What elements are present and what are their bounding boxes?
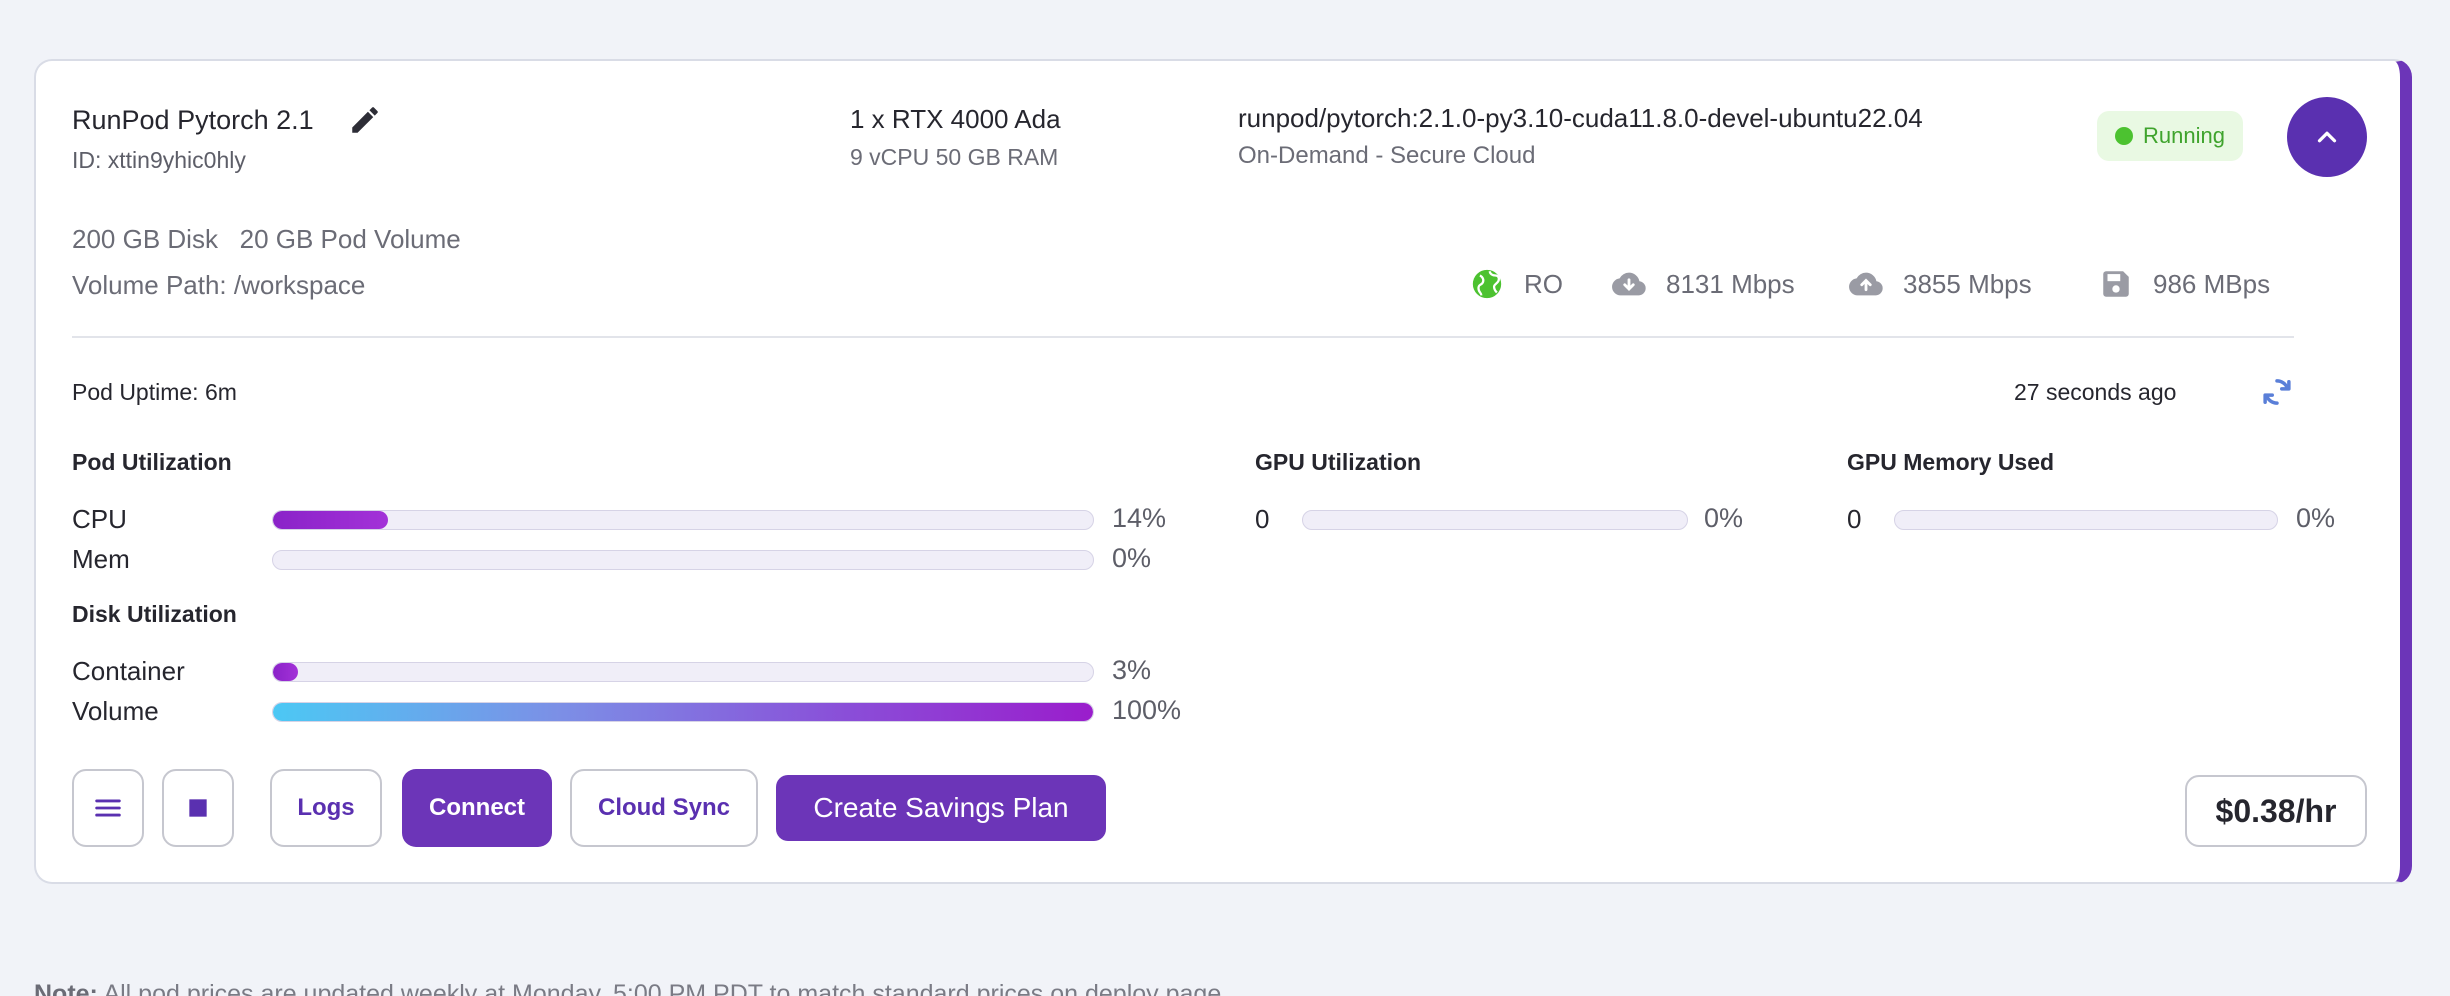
create-savings-plan-button[interactable]: Create Savings Plan: [776, 775, 1106, 841]
disk-utilization-title: Disk Utilization: [72, 601, 237, 627]
chevron-up-icon: [2317, 131, 2337, 143]
gpu-utilization-percent: 0%: [1704, 503, 1744, 533]
volume-bar-fill: [273, 703, 1093, 721]
pod-uptime: Pod Uptime: 6m: [72, 379, 237, 405]
volume-bar: [272, 702, 1094, 722]
cloud-sync-button[interactable]: Cloud Sync: [570, 769, 758, 847]
upload-speed: 3855 Mbps: [1903, 268, 2032, 299]
note-text: All pod prices are updated weekly at Mon…: [97, 980, 1229, 996]
volume-label: Volume: [72, 696, 159, 726]
volume-percent: 100%: [1112, 695, 1182, 725]
container-image: runpod/pytorch:2.1.0-py3.10-cuda11.8.0-d…: [1238, 103, 1923, 133]
gpu-index: 0: [1255, 504, 1270, 534]
hamburger-menu-icon: [95, 799, 121, 817]
status-label: Running: [2143, 123, 2225, 148]
download-speed-info: 8131 Mbps: [1612, 267, 1795, 301]
gpu-memory-percent: 0%: [2296, 503, 2336, 533]
cloud-download-icon: [1612, 272, 1646, 296]
cpu-label: CPU: [72, 504, 127, 534]
container-bar-fill: [273, 663, 298, 681]
pod-specs: 9 vCPU 50 GB RAM: [850, 144, 1059, 170]
volume-path: Volume Path: /workspace: [72, 270, 366, 300]
note-label: Note:: [34, 980, 98, 996]
pod-id: ID: xttin9yhic0hly: [72, 147, 246, 173]
price-per-hour: $0.38/hr: [2185, 775, 2367, 847]
status-badge: Running: [2097, 111, 2243, 161]
pencil-icon[interactable]: [348, 103, 382, 137]
storage-info: 200 GB Disk 20 GB Pod Volume: [72, 224, 461, 255]
cloud-upload-icon: [1849, 272, 1883, 296]
status-dot-icon: [2115, 127, 2133, 145]
gpu-utilization-bar: [1302, 510, 1688, 530]
price-note: Note: All pod prices are updated weekly …: [34, 980, 1228, 996]
container-bar: [272, 662, 1094, 682]
mem-bar: [272, 550, 1094, 570]
gpu-utilization-title: GPU Utilization: [1255, 449, 1422, 475]
connect-button[interactable]: Connect: [402, 769, 552, 847]
gpu-memory-index: 0: [1847, 504, 1862, 534]
refresh-icon[interactable]: [2258, 373, 2296, 411]
download-speed: 8131 Mbps: [1666, 268, 1795, 299]
region-info: RO: [1470, 267, 1563, 301]
container-label: Container: [72, 656, 185, 686]
disk-speed-info: 986 MBps: [2099, 267, 2270, 301]
disk-speed: 986 MBps: [2153, 268, 2271, 299]
globe-icon: [1472, 269, 1502, 299]
mem-label: Mem: [72, 544, 130, 574]
cloud-type: On-Demand - Secure Cloud: [1238, 142, 1536, 169]
collapse-button[interactable]: [2287, 97, 2367, 177]
upload-speed-info: 3855 Mbps: [1849, 267, 2032, 301]
cpu-percent: 14%: [1112, 503, 1167, 533]
stop-button[interactable]: [162, 769, 234, 847]
gpu-memory-title: GPU Memory Used: [1847, 449, 2055, 475]
pod-volume: 20 GB Pod Volume: [239, 224, 461, 254]
divider: [72, 336, 2294, 338]
last-updated: 27 seconds ago: [2014, 379, 2177, 405]
container-disk: 200 GB Disk: [72, 224, 218, 254]
gpu-memory-bar: [1894, 510, 2278, 530]
pod-card: RunPod Pytorch 2.1 ID: xttin9yhic0hly 1 …: [34, 59, 2412, 884]
stop-icon: [189, 799, 207, 817]
logs-button[interactable]: Logs: [270, 769, 382, 847]
floppy-disk-icon: [2103, 271, 2129, 297]
menu-button[interactable]: [72, 769, 144, 847]
container-percent: 3%: [1112, 655, 1152, 685]
cpu-bar: [272, 510, 1094, 530]
pod-name: RunPod Pytorch 2.1: [72, 105, 314, 135]
mem-percent: 0%: [1112, 543, 1152, 573]
gpu-type: 1 x RTX 4000 Ada: [850, 104, 1061, 134]
pod-utilization-title: Pod Utilization: [72, 449, 232, 475]
region-label: RO: [1524, 268, 1563, 299]
cpu-bar-fill: [273, 511, 388, 529]
